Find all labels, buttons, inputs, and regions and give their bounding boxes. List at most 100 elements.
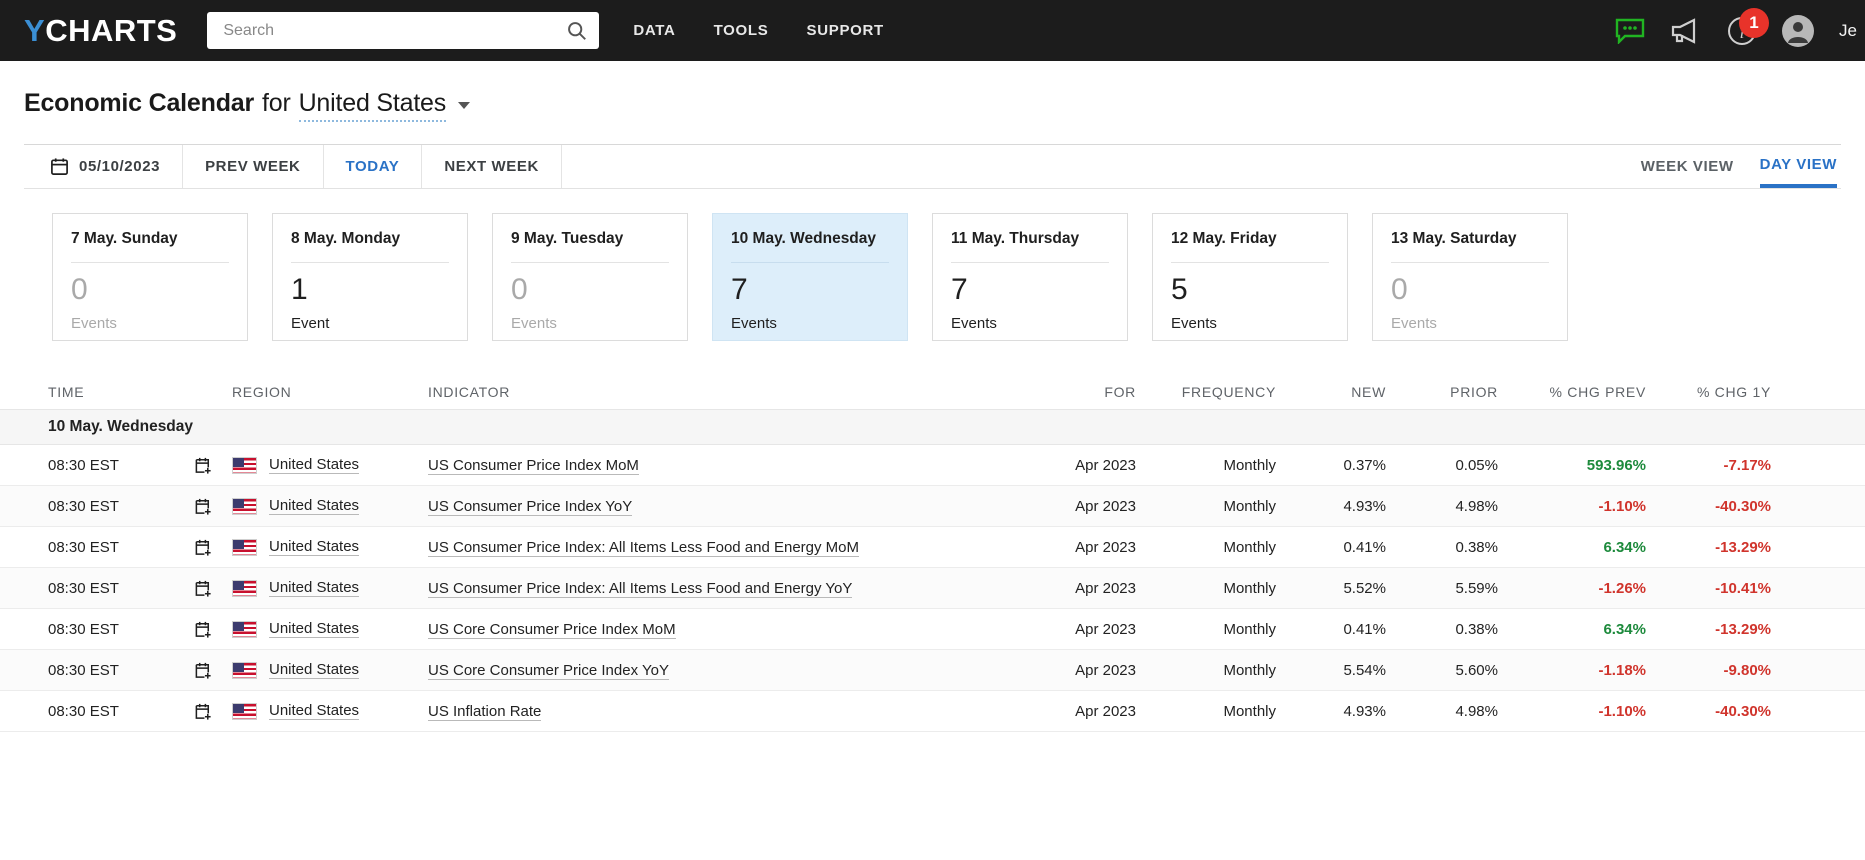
day-card-label: Events bbox=[71, 315, 117, 332]
search-icon[interactable] bbox=[566, 20, 587, 41]
announcements-button[interactable] bbox=[1669, 14, 1703, 48]
day-card-label: Events bbox=[511, 315, 557, 332]
add-to-calendar-button[interactable] bbox=[194, 620, 232, 639]
cell-prior: 0.05% bbox=[1455, 456, 1498, 474]
chat-icon[interactable] bbox=[1615, 18, 1645, 44]
day-cards-strip: 7 May. Sunday 0 Events 8 May. Monday 1 E… bbox=[0, 189, 1865, 341]
region-selector-label[interactable]: United States bbox=[298, 89, 446, 122]
cell-for: Apr 2023 bbox=[1075, 702, 1136, 720]
search-input[interactable] bbox=[221, 20, 567, 41]
cell-new: 5.54% bbox=[1343, 661, 1386, 679]
search-box[interactable] bbox=[207, 12, 600, 49]
calendar-add-icon[interactable] bbox=[194, 579, 213, 598]
region-link[interactable]: United States bbox=[269, 456, 360, 474]
day-card-1[interactable]: 8 May. Monday 1 Event bbox=[272, 213, 468, 341]
prev-week-button[interactable]: PREV WEEK bbox=[183, 145, 324, 188]
region-link[interactable]: United States bbox=[269, 538, 360, 556]
indicator-link[interactable]: US Core Consumer Price Index YoY bbox=[428, 661, 669, 680]
megaphone-icon[interactable] bbox=[1669, 17, 1703, 45]
day-card-count: 5 bbox=[1171, 273, 1188, 306]
region-link[interactable]: United States bbox=[269, 620, 360, 638]
cell-region: United States bbox=[232, 620, 428, 638]
cell-chg-1y: -7.17% bbox=[1723, 456, 1771, 474]
calendar-add-icon[interactable] bbox=[194, 661, 213, 680]
day-card-title: 8 May. Monday bbox=[291, 230, 449, 263]
next-week-button[interactable]: NEXT WEEK bbox=[422, 145, 562, 188]
calendar-add-icon[interactable] bbox=[194, 702, 213, 721]
day-card-6[interactable]: 13 May. Saturday 0 Events bbox=[1372, 213, 1568, 341]
table-row[interactable]: 08:30 EST United States US Consumer Pric… bbox=[0, 568, 1865, 609]
nav-item-support[interactable]: SUPPORT bbox=[807, 22, 884, 39]
table-row[interactable]: 08:30 EST United States US Inflation Rat… bbox=[0, 691, 1865, 732]
cell-region: United States bbox=[232, 579, 428, 597]
calendar-add-icon[interactable] bbox=[194, 620, 213, 639]
indicator-link[interactable]: US Inflation Rate bbox=[428, 702, 542, 721]
table-row[interactable]: 08:30 EST United States US Consumer Pric… bbox=[0, 486, 1865, 527]
day-card-count: 0 bbox=[1391, 273, 1408, 306]
region-link[interactable]: United States bbox=[269, 497, 360, 515]
date-picker-button[interactable]: 05/10/2023 bbox=[24, 145, 184, 188]
add-to-calendar-button[interactable] bbox=[194, 538, 232, 557]
nav-item-tools[interactable]: TOOLS bbox=[714, 22, 769, 39]
day-view-tab[interactable]: DAY VIEW bbox=[1759, 145, 1837, 188]
cell-region: United States bbox=[232, 538, 428, 556]
cell-indicator: US Consumer Price Index: All Items Less … bbox=[428, 538, 1018, 557]
day-card-title: 7 May. Sunday bbox=[71, 230, 229, 263]
calendar-add-icon[interactable] bbox=[194, 538, 213, 557]
add-to-calendar-button[interactable] bbox=[194, 456, 232, 475]
today-button[interactable]: TODAY bbox=[324, 145, 423, 188]
day-card-label: Events bbox=[951, 315, 997, 332]
indicator-link[interactable]: US Consumer Price Index: All Items Less … bbox=[428, 579, 853, 598]
table-row[interactable]: 08:30 EST United States US Consumer Pric… bbox=[0, 445, 1865, 486]
col-header-chg-prev: % CHG PREV bbox=[1549, 384, 1646, 400]
day-card-2[interactable]: 9 May. Tuesday 0 Events bbox=[492, 213, 688, 341]
day-card-label: Events bbox=[731, 315, 777, 332]
cell-for: Apr 2023 bbox=[1075, 538, 1136, 556]
cell-frequency: Monthly bbox=[1223, 661, 1276, 679]
calendar-add-icon[interactable] bbox=[194, 456, 213, 475]
cell-frequency: Monthly bbox=[1223, 497, 1276, 515]
add-to-calendar-button[interactable] bbox=[194, 497, 232, 516]
cell-indicator: US Core Consumer Price Index MoM bbox=[428, 620, 1018, 639]
cell-chg-prev: -1.26% bbox=[1598, 579, 1646, 597]
chevron-down-icon[interactable] bbox=[458, 102, 471, 109]
indicator-link[interactable]: US Core Consumer Price Index MoM bbox=[428, 620, 676, 639]
ycharts-logo[interactable]: Y CHARTS bbox=[24, 15, 177, 46]
day-card-count: 0 bbox=[511, 273, 528, 306]
day-card-0[interactable]: 7 May. Sunday 0 Events bbox=[52, 213, 248, 341]
day-card-5[interactable]: 12 May. Friday 5 Events bbox=[1152, 213, 1348, 341]
region-link[interactable]: United States bbox=[269, 661, 360, 679]
cell-indicator: US Core Consumer Price Index YoY bbox=[428, 661, 1018, 680]
table-row[interactable]: 08:30 EST United States US Consumer Pric… bbox=[0, 527, 1865, 568]
table-header-row: TIME REGION INDICATOR FOR FREQUENCY NEW … bbox=[0, 375, 1865, 409]
day-card-count: 7 bbox=[951, 273, 968, 306]
calendar-add-icon[interactable] bbox=[194, 497, 213, 516]
indicator-link[interactable]: US Consumer Price Index MoM bbox=[428, 456, 639, 475]
indicator-link[interactable]: US Consumer Price Index: All Items Less … bbox=[428, 538, 860, 557]
week-view-tab[interactable]: WEEK VIEW bbox=[1641, 145, 1734, 188]
page-title-main: Economic Calendar bbox=[24, 89, 254, 117]
avatar-icon[interactable] bbox=[1781, 14, 1815, 48]
info-button[interactable]: i 1 bbox=[1725, 7, 1770, 48]
add-to-calendar-button[interactable] bbox=[194, 661, 232, 680]
username-label[interactable]: Je bbox=[1839, 21, 1857, 41]
nav-item-data[interactable]: DATA bbox=[633, 22, 675, 39]
add-to-calendar-button[interactable] bbox=[194, 702, 232, 721]
page-title-for: for bbox=[262, 89, 291, 117]
cell-new: 4.93% bbox=[1343, 497, 1386, 515]
day-card-4[interactable]: 11 May. Thursday 7 Events bbox=[932, 213, 1128, 341]
current-date-label: 05/10/2023 bbox=[79, 158, 161, 175]
region-link[interactable]: United States bbox=[269, 579, 360, 597]
day-card-3-selected[interactable]: 10 May. Wednesday 7 Events bbox=[712, 213, 908, 341]
day-card-title: 10 May. Wednesday bbox=[731, 230, 889, 263]
user-avatar-button[interactable] bbox=[1781, 14, 1815, 48]
table-row[interactable]: 08:30 EST United States US Core Consumer… bbox=[0, 609, 1865, 650]
cell-indicator: US Consumer Price Index YoY bbox=[428, 497, 1018, 516]
cell-new: 0.41% bbox=[1343, 538, 1386, 556]
region-link[interactable]: United States bbox=[269, 702, 360, 720]
indicator-link[interactable]: US Consumer Price Index YoY bbox=[428, 497, 633, 516]
cell-new: 4.93% bbox=[1343, 702, 1386, 720]
table-row[interactable]: 08:30 EST United States US Core Consumer… bbox=[0, 650, 1865, 691]
add-to-calendar-button[interactable] bbox=[194, 579, 232, 598]
chat-button[interactable] bbox=[1613, 14, 1647, 48]
